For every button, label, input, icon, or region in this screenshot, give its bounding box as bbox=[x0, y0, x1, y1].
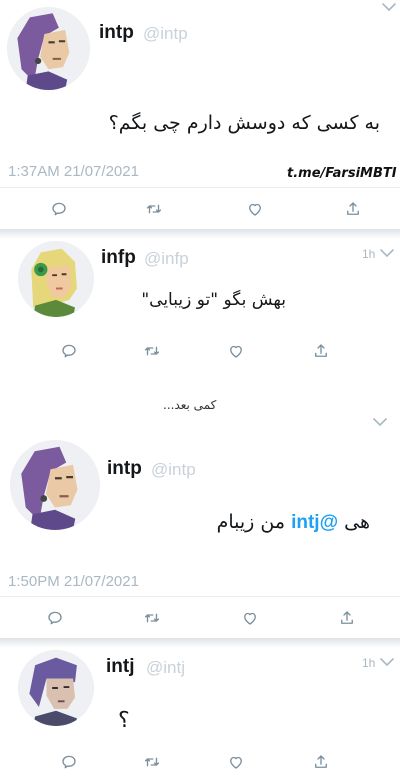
user-handle[interactable]: @intp bbox=[143, 24, 188, 44]
watermark: t.me/FarsiMBTI bbox=[287, 166, 397, 181]
tweet-text: بهش بگو "تو زیبایی" bbox=[141, 290, 286, 310]
tweet-text-suffix: من زیبام bbox=[216, 511, 286, 533]
avatar-illustration bbox=[18, 650, 94, 726]
avatar-illustration bbox=[18, 241, 94, 317]
user-handle[interactable]: @infp bbox=[144, 249, 189, 269]
avatar[interactable] bbox=[7, 7, 90, 90]
avatar[interactable] bbox=[18, 241, 94, 317]
retweet-icon bbox=[143, 342, 161, 360]
user-handle[interactable]: @intj bbox=[146, 658, 185, 678]
avatar-illustration bbox=[7, 7, 90, 90]
like-icon bbox=[241, 609, 259, 627]
reply-icon bbox=[60, 342, 78, 360]
avatar-illustration bbox=[10, 440, 100, 530]
user-handle[interactable]: @intp bbox=[151, 460, 196, 480]
retweet-button[interactable] bbox=[140, 750, 164, 774]
retweet-icon bbox=[143, 609, 161, 627]
reply-button[interactable] bbox=[57, 339, 81, 363]
display-name[interactable]: intp bbox=[107, 458, 142, 480]
reply-button[interactable] bbox=[47, 197, 71, 221]
avatar[interactable] bbox=[10, 440, 100, 530]
tweet-text: به کسی که دوسش دارم چی بگم؟ bbox=[108, 112, 380, 134]
chevron-down-icon[interactable] bbox=[379, 656, 395, 668]
timestamp[interactable]: 1:37AM 21/07/2021 bbox=[8, 163, 139, 180]
reply-icon bbox=[50, 200, 68, 218]
retweet-button[interactable] bbox=[140, 339, 164, 363]
share-button[interactable] bbox=[309, 750, 333, 774]
tweet-text: ؟ bbox=[118, 708, 130, 733]
like-button[interactable] bbox=[224, 750, 248, 774]
retweet-button[interactable] bbox=[140, 606, 164, 630]
share-icon bbox=[312, 342, 330, 360]
tweet-age[interactable]: 1h bbox=[362, 247, 375, 261]
reply-button[interactable] bbox=[57, 750, 81, 774]
retweet-button[interactable] bbox=[142, 197, 166, 221]
retweet-icon bbox=[143, 753, 161, 771]
action-bar bbox=[0, 606, 400, 632]
like-button[interactable] bbox=[238, 606, 262, 630]
display-name[interactable]: infp bbox=[101, 247, 136, 269]
display-name[interactable]: intj bbox=[106, 656, 135, 678]
time-skip-caption: کمی بعد... bbox=[163, 398, 217, 412]
separator-shadow bbox=[0, 229, 400, 239]
like-icon bbox=[227, 342, 245, 360]
like-icon bbox=[227, 753, 245, 771]
share-icon bbox=[312, 753, 330, 771]
action-bar bbox=[0, 750, 400, 776]
action-bar bbox=[0, 339, 400, 365]
share-button[interactable] bbox=[335, 606, 359, 630]
tweet-text: هی @intj من زیبام bbox=[217, 511, 370, 534]
share-icon bbox=[338, 609, 356, 627]
like-icon bbox=[246, 200, 264, 218]
avatar[interactable] bbox=[18, 650, 94, 726]
tweet-age[interactable]: 1h bbox=[362, 656, 375, 670]
action-bar bbox=[0, 197, 400, 223]
mention-link[interactable]: @intj bbox=[291, 512, 338, 533]
like-button[interactable] bbox=[243, 197, 267, 221]
display-name[interactable]: intp bbox=[99, 22, 134, 44]
divider bbox=[0, 187, 400, 188]
reply-icon bbox=[46, 609, 64, 627]
like-button[interactable] bbox=[224, 339, 248, 363]
separator-shadow bbox=[0, 638, 400, 648]
chevron-down-icon[interactable] bbox=[372, 416, 388, 428]
share-button[interactable] bbox=[309, 339, 333, 363]
reply-button[interactable] bbox=[43, 606, 67, 630]
chevron-down-icon[interactable] bbox=[381, 1, 397, 13]
share-icon bbox=[344, 200, 362, 218]
chevron-down-icon[interactable] bbox=[379, 247, 395, 259]
reply-icon bbox=[60, 753, 78, 771]
timestamp[interactable]: 1:50PM 21/07/2021 bbox=[8, 573, 139, 590]
divider bbox=[0, 596, 400, 597]
share-button[interactable] bbox=[341, 197, 365, 221]
tweet-text-prefix: هی bbox=[344, 511, 370, 533]
retweet-icon bbox=[145, 200, 163, 218]
